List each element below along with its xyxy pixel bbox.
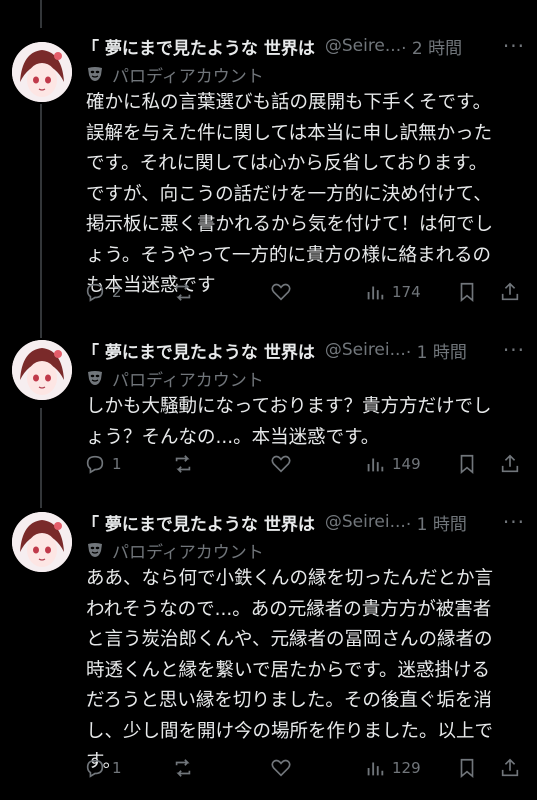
reply-button[interactable]: 1 <box>84 755 122 781</box>
text-line: です。それに関しては心から反省しております。 <box>86 153 488 174</box>
avatar[interactable] <box>12 512 72 572</box>
bookmark-icon <box>460 758 474 779</box>
timestamp[interactable]: · 1 時間 <box>406 338 467 363</box>
reply-icon <box>86 455 104 474</box>
parody-mask-icon <box>88 543 102 557</box>
timestamp[interactable]: · 1 時間 <box>406 510 467 535</box>
text-line: ょう。そうやって一方的に貴方の様に絡まれるの <box>86 244 491 266</box>
tweet-text: しかも大騒動になっております？貴方方だけでし ょう？そんなの...。本当迷惑です… <box>86 392 523 453</box>
parody-mask-icon <box>88 67 102 81</box>
retweet-button[interactable] <box>172 755 194 781</box>
view-count: 174 <box>392 283 421 301</box>
view-count: 129 <box>392 759 421 777</box>
avatar-image <box>12 512 72 572</box>
reply-button[interactable]: 1 <box>84 451 122 477</box>
text-line: と言う炭治郎くんや、元縁者の冨岡さんの縁者の <box>86 629 493 650</box>
retweet-icon <box>175 759 191 777</box>
text-line: われそうなので...。あの元縁者の貴方方が被害者 <box>86 598 492 620</box>
parody-badge: パロディアカウント <box>86 62 264 87</box>
share-button[interactable] <box>499 451 521 477</box>
like-button[interactable] <box>270 451 292 477</box>
bookmark-button[interactable] <box>456 755 478 781</box>
views-icon <box>367 286 384 300</box>
bookmark-icon <box>460 454 474 475</box>
like-icon <box>271 283 291 301</box>
views-button[interactable]: 174 <box>364 279 421 305</box>
display-name[interactable]: 「 夢にまで見たような 世界は <box>82 338 315 363</box>
text-line: ああ、なら何で小鉄くんの縁を切ったんだとか言 <box>86 568 494 589</box>
text-line: 誤解を与えた件に関しては本当に申し訳無かった <box>86 122 493 144</box>
bookmark-button[interactable] <box>456 279 478 305</box>
bookmark-button[interactable] <box>456 451 478 477</box>
display-name[interactable]: 「 夢にまで見たような 世界は <box>82 510 315 535</box>
text-line: 掲示板に悪く書かれるから気を付けて！は何でし <box>86 214 494 235</box>
avatar-image <box>12 340 72 400</box>
avatar[interactable] <box>12 42 72 102</box>
parody-label: パロディアカウント <box>112 542 264 563</box>
parody-badge: パロディアカウント <box>86 538 264 563</box>
parody-label: パロディアカウント <box>112 66 264 87</box>
text-line: 時透くんと縁を繋いで居たからです。迷惑掛ける <box>86 659 491 681</box>
like-button[interactable] <box>270 279 292 305</box>
share-button[interactable] <box>499 279 521 305</box>
view-count: 149 <box>392 455 421 473</box>
text-line: し、少し間を開け今の場所を作りました。以上で <box>86 720 494 742</box>
retweet-icon <box>175 283 191 301</box>
reply-icon <box>86 283 104 302</box>
retweet-icon <box>175 455 191 473</box>
more-icon[interactable]: ··· <box>503 34 525 58</box>
tweet-text: ああ、なら何で小鉄くんの縁を切ったんだとか言 われそうなので...。あの元縁者の… <box>86 564 523 778</box>
text-line: ですが、向こうの話だけを一方的に決め付けて、 <box>86 183 492 205</box>
user-handle[interactable]: @Seirei... <box>325 512 406 532</box>
text-line: 確かに私の言葉選びも話の展開も下手くそです。 <box>86 92 492 113</box>
text-line: しかも大騒動になっております？貴方方だけでし <box>86 396 492 417</box>
display-name[interactable]: 「 夢にまで見たような 世界は <box>82 34 315 59</box>
action-bar: 1 129 <box>84 755 525 781</box>
avatar[interactable] <box>12 340 72 400</box>
tweet[interactable]: 「 夢にまで見たような 世界は @Seirei... · 1 時間 ··· パロ… <box>0 508 537 800</box>
bookmark-icon <box>460 282 474 303</box>
reply-count: 1 <box>112 455 122 473</box>
like-icon <box>271 759 291 777</box>
tweet[interactable]: 「 夢にまで見たような 世界は @Seire... · 2 時間 ··· パロデ… <box>0 32 537 332</box>
share-icon <box>501 282 519 301</box>
share-icon <box>501 454 519 473</box>
tweet[interactable]: 「 夢にまで見たような 世界は @Seirei... · 1 時間 ··· パロ… <box>0 336 537 486</box>
avatar-image <box>12 42 72 102</box>
like-icon <box>271 455 291 473</box>
retweet-button[interactable] <box>172 451 194 477</box>
reply-count: 2 <box>112 283 122 301</box>
parody-mask-icon <box>88 371 102 385</box>
tweet-text: 確かに私の言葉選びも話の展開も下手くそです。 誤解を与えた件に関しては本当に申し… <box>86 88 523 302</box>
text-line: ょう？そんなの...。本当迷惑です。 <box>86 426 380 448</box>
timestamp[interactable]: · 2 時間 <box>401 34 462 59</box>
share-icon <box>501 758 519 777</box>
views-icon <box>367 762 384 776</box>
user-handle[interactable]: @Seire... <box>325 36 401 56</box>
reply-icon <box>86 759 104 778</box>
reply-button[interactable]: 2 <box>84 279 122 305</box>
views-icon <box>367 458 384 472</box>
more-icon[interactable]: ··· <box>503 338 525 362</box>
share-button[interactable] <box>499 755 521 781</box>
thread-connector <box>40 0 42 28</box>
views-button[interactable]: 129 <box>364 755 421 781</box>
reply-count: 1 <box>112 759 122 777</box>
action-bar: 1 149 <box>84 451 525 477</box>
like-button[interactable] <box>270 755 292 781</box>
parody-badge: パロディアカウント <box>86 366 264 391</box>
retweet-button[interactable] <box>172 279 194 305</box>
text-line: だろうと思い縁を切りました。その後直ぐ垢を消 <box>86 690 492 711</box>
parody-label: パロディアカウント <box>112 370 264 391</box>
action-bar: 2 174 <box>84 279 525 305</box>
views-button[interactable]: 149 <box>364 451 421 477</box>
more-icon[interactable]: ··· <box>503 510 525 534</box>
user-handle[interactable]: @Seirei... <box>325 340 406 360</box>
